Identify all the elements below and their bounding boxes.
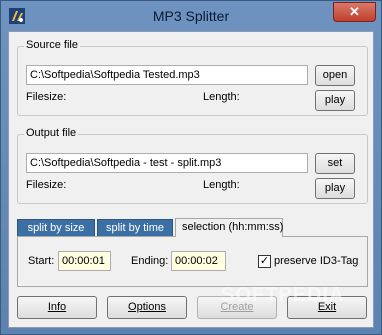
exit-button[interactable]: Exit: [287, 296, 367, 319]
title-bar[interactable]: MP3 Splitter ✕: [1, 1, 381, 31]
source-path-field[interactable]: C:\Softpedia\Softpedia Tested.mp3: [26, 65, 308, 85]
output-path-field[interactable]: C:\Softpedia\Softpedia - test - split.mp…: [26, 153, 308, 173]
options-button-label: Options: [128, 301, 166, 313]
window-title: MP3 Splitter: [152, 8, 230, 24]
output-filesize-label: Filesize:: [26, 179, 67, 191]
tab-split-by-time[interactable]: split by time: [97, 219, 173, 237]
output-file-group: Output file C:\Softpedia\Softpedia - tes…: [17, 127, 368, 204]
source-filesize-label: Filesize:: [26, 91, 67, 103]
source-file-legend: Source file: [24, 39, 80, 51]
create-button[interactable]: Create: [197, 296, 277, 319]
preserve-id3-label: preserve ID3-Tag: [274, 255, 359, 267]
output-length-label: Length:: [203, 179, 240, 191]
tab-split-by-size[interactable]: split by size: [17, 219, 95, 237]
exit-button-label: Exit: [317, 301, 337, 313]
source-play-button[interactable]: play: [315, 90, 355, 111]
options-button[interactable]: Options: [107, 296, 187, 319]
output-file-legend: Output file: [24, 127, 79, 139]
tab-selection[interactable]: selection (hh:mm:ss): [175, 218, 283, 237]
info-button-label: Info: [47, 301, 67, 313]
info-button[interactable]: Info: [17, 296, 97, 319]
output-play-button[interactable]: play: [315, 178, 355, 199]
ending-time-field[interactable]: 00:00:02: [171, 251, 226, 271]
create-button-label: Create: [220, 301, 254, 313]
ending-label: Ending:: [131, 255, 169, 267]
start-time-field[interactable]: 00:00:01: [58, 251, 111, 271]
preserve-id3-checkbox[interactable]: ✓: [258, 255, 271, 268]
set-button[interactable]: set: [315, 153, 355, 174]
source-file-group: Source file C:\Softpedia\Softpedia Teste…: [17, 39, 368, 116]
selection-panel: Start: 00:00:01 Ending: 00:00:02 ✓ prese…: [17, 236, 368, 287]
source-length-label: Length:: [203, 91, 240, 103]
open-button[interactable]: open: [315, 65, 355, 86]
start-label: Start:: [28, 255, 55, 267]
app-window: MP3 Splitter ✕ Source file C:\Softpedia\…: [0, 0, 382, 335]
close-button[interactable]: ✕: [333, 2, 376, 22]
main-panel: Source file C:\Softpedia\Softpedia Teste…: [8, 31, 374, 328]
